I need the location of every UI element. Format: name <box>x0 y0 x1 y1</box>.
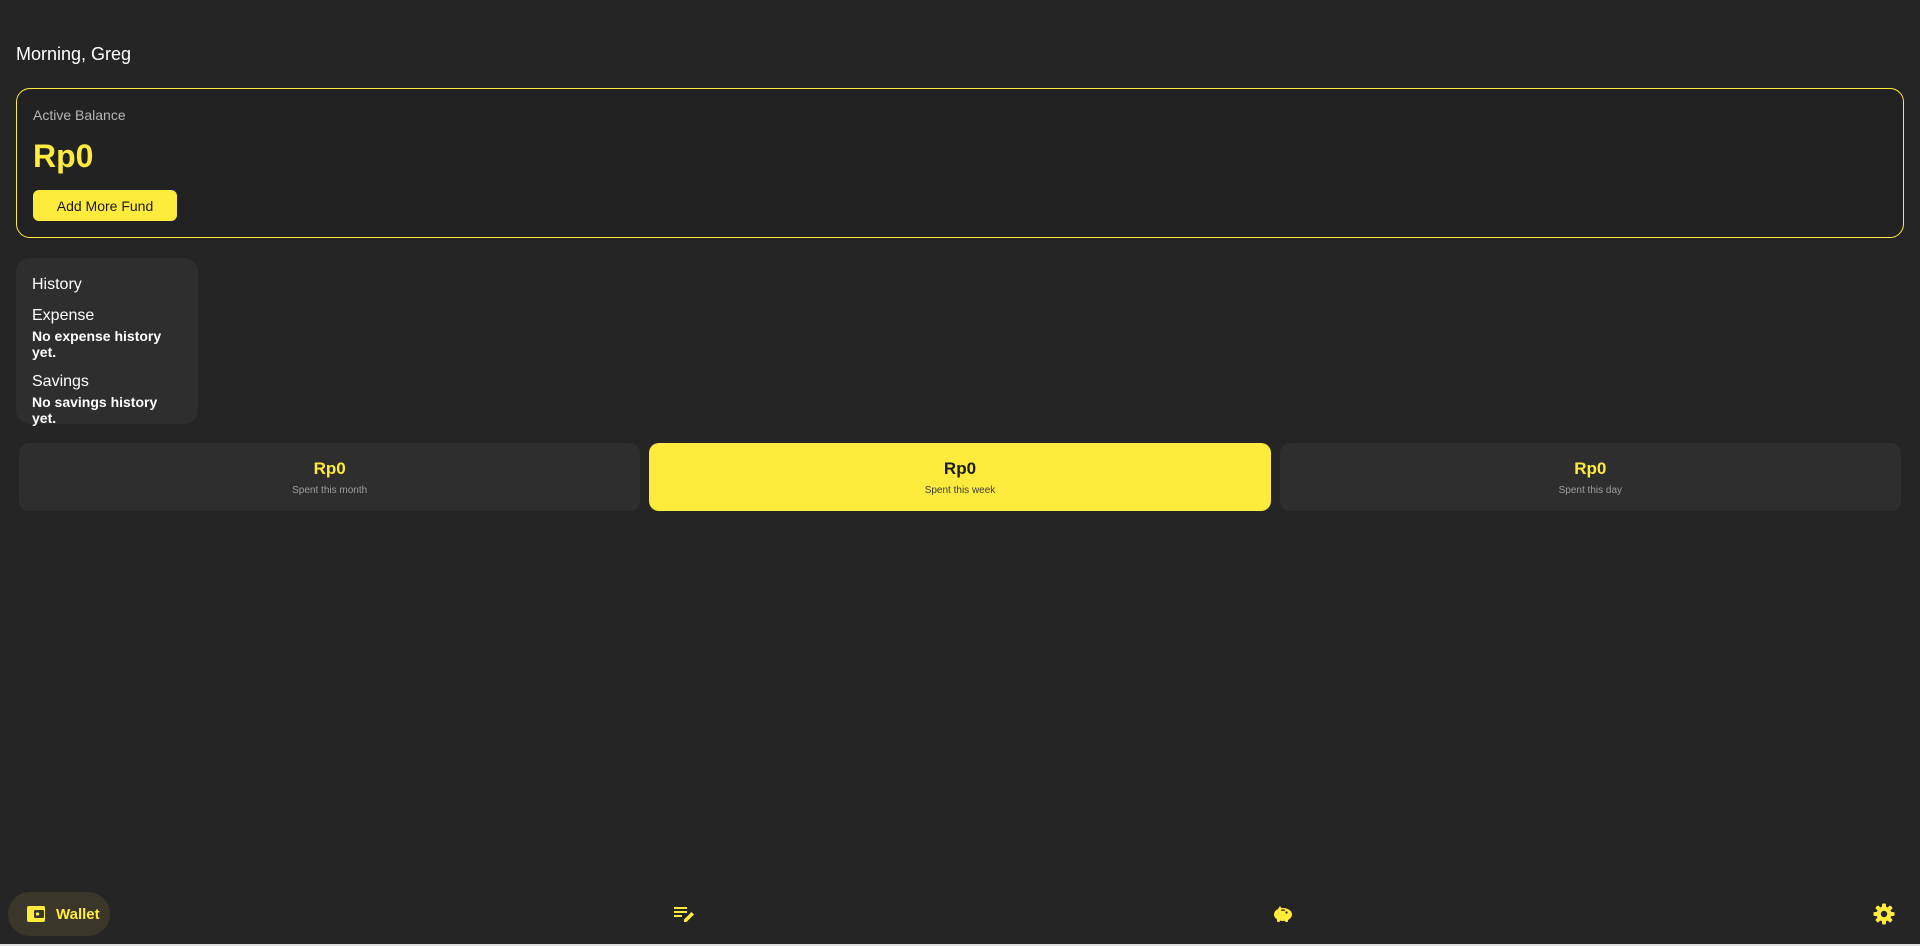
wallet-icon <box>26 905 46 923</box>
nav-wallet-tab[interactable]: Wallet <box>8 892 110 936</box>
stat-tile-day[interactable]: Rp0 Spent this day <box>1279 443 1901 511</box>
balance-amount: Rp0 <box>33 138 94 174</box>
stat-label: Spent this month <box>292 484 368 496</box>
stat-tile-month[interactable]: Rp0 Spent this month <box>19 443 641 511</box>
balance-label: Active Balance <box>33 107 126 123</box>
stat-label: Spent this week <box>924 484 996 496</box>
savings-title: Savings <box>32 373 89 390</box>
stat-tile-week[interactable]: Rp0 Spent this week <box>649 443 1271 511</box>
app-root: Morning, Greg Active Balance Rp0 Add Mor… <box>0 0 1920 946</box>
gear-icon[interactable] <box>1872 902 1896 926</box>
bottom-nav: Wallet <box>0 888 1920 938</box>
history-title: History <box>32 276 82 293</box>
stat-amount: Rp0 <box>943 458 977 478</box>
history-card: History Expense No expense history yet. … <box>16 258 198 426</box>
active-balance-card: Active Balance Rp0 Add More Fund <box>16 88 1904 238</box>
savings-empty-message: No savings history yet. <box>32 394 158 426</box>
add-more-fund-button[interactable]: Add More Fund <box>33 190 177 221</box>
greeting: Morning, Greg <box>16 44 132 64</box>
stat-amount: Rp0 <box>313 458 346 478</box>
expense-title: Expense <box>32 307 95 324</box>
stat-amount: Rp0 <box>1574 458 1607 478</box>
nav-wallet-label: Wallet <box>56 905 100 923</box>
spending-stats: Rp0 Spent this month Rp0 Spent this week… <box>19 443 1901 511</box>
expense-empty-message: No expense history yet. <box>32 328 162 360</box>
stat-label: Spent this day <box>1558 484 1622 496</box>
edit-list-icon[interactable] <box>672 902 696 926</box>
piggy-bank-icon[interactable] <box>1271 902 1295 926</box>
